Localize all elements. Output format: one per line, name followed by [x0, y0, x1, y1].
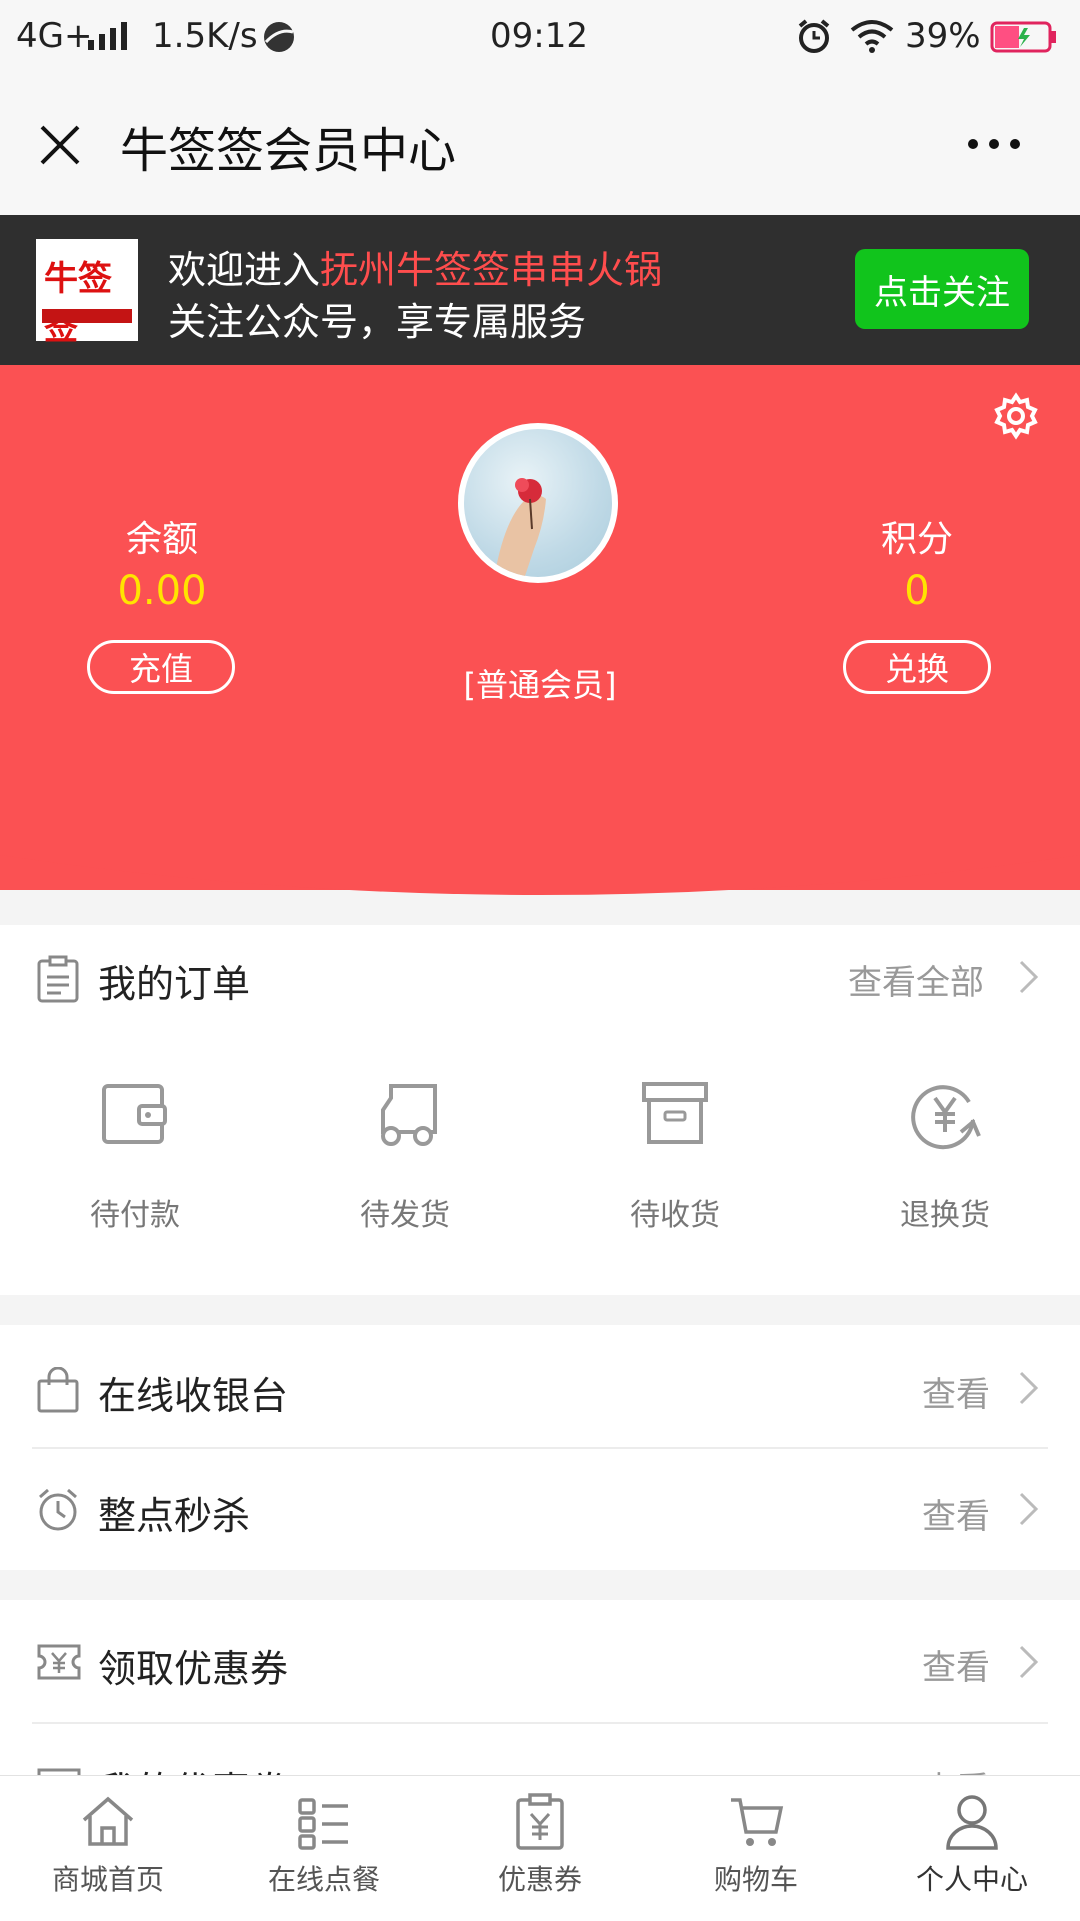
brand-logo: 牛签签: [36, 239, 138, 348]
returns[interactable]: 退换货: [845, 1080, 1045, 1240]
brand-name: 抚州牛签签串串火锅: [320, 248, 663, 292]
chevron-right-icon: [1018, 959, 1040, 995]
my-coupon-row[interactable]: 我的优惠券 查看: [0, 1724, 1080, 1775]
pending-receipt-label: 待收货: [630, 1198, 720, 1233]
box-icon: [641, 1080, 709, 1148]
battery-level: 39%: [905, 16, 981, 56]
cart-icon: [728, 1794, 784, 1850]
refund-icon: [911, 1080, 981, 1150]
close-icon[interactable]: [38, 123, 82, 167]
menu-list-icon: [296, 1794, 352, 1850]
nav-profile[interactable]: 个人中心: [864, 1776, 1080, 1921]
orders-title: 我的订单: [98, 962, 251, 1006]
pending-payment[interactable]: 待付款: [35, 1080, 235, 1240]
pending-shipment-label: 待发货: [360, 1198, 450, 1233]
shopping-bag-icon: [36, 1367, 80, 1413]
balance-label: 余额: [125, 519, 198, 560]
network-speed: 1.5K/s: [152, 16, 258, 56]
title-bar: 牛签签会员中心: [0, 75, 1080, 215]
orders-card: 我的订单 查看全部 待付款 待发货 待收货 退换货: [0, 925, 1080, 1295]
coupon-card: 领取优惠券 查看 我的优惠券 查看: [0, 1600, 1080, 1775]
chevron-right-icon: [1018, 1644, 1040, 1680]
follow-button[interactable]: 点击关注: [855, 249, 1029, 329]
nav-home[interactable]: 商城首页: [0, 1776, 216, 1921]
flash-sale-title: 整点秒杀: [98, 1494, 251, 1538]
pending-receipt[interactable]: 待收货: [575, 1080, 775, 1240]
more-icon[interactable]: [966, 137, 1022, 151]
my-coupon-view: 查看: [922, 1762, 990, 1775]
user-icon: [944, 1792, 1000, 1850]
exchange-button[interactable]: 兑换: [843, 640, 991, 694]
alarm-icon: [796, 18, 832, 54]
get-coupon-title: 领取优惠券: [98, 1647, 289, 1691]
logo-text: 牛签签: [44, 259, 112, 348]
returns-label: 退换货: [900, 1198, 990, 1233]
bottom-nav: 商城首页 在线点餐 优惠券 购物车 个人中心: [0, 1775, 1080, 1921]
settings-icon[interactable]: [992, 392, 1040, 440]
hero-curve: [0, 845, 1080, 895]
pending-shipment[interactable]: 待发货: [305, 1080, 505, 1240]
member-level: [普通会员]: [463, 666, 617, 704]
nav-cart[interactable]: 购物车: [648, 1776, 864, 1921]
truck-icon: [369, 1080, 441, 1148]
battery-icon: [990, 20, 1060, 54]
page-title: 牛签签会员中心: [120, 123, 457, 179]
status-bar: 4G+ 1.5K/s 09:12 39%: [0, 0, 1080, 75]
follow-subtitle: 关注公众号，享专属服务: [168, 300, 587, 344]
orders-header[interactable]: 我的订单 查看全部: [0, 925, 1080, 1025]
voucher-icon: [514, 1792, 566, 1850]
points-value: 0: [904, 568, 930, 614]
home-icon: [80, 1794, 136, 1850]
welcome-prefix: 欢迎进入: [168, 248, 321, 292]
points-label: 积分: [880, 519, 953, 560]
nav-profile-label: 个人中心: [915, 1863, 1028, 1896]
nav-voucher-label: 优惠券: [497, 1863, 582, 1896]
wifi-icon: [850, 18, 894, 54]
service-card: 在线收银台 查看 整点秒杀 查看: [0, 1325, 1080, 1570]
chevron-right-icon: [1018, 1370, 1040, 1406]
flash-sale-row[interactable]: 整点秒杀 查看: [0, 1449, 1080, 1570]
cashier-row[interactable]: 在线收银台 查看: [0, 1325, 1080, 1447]
my-coupon-icon: [36, 1766, 82, 1775]
get-coupon-view: 查看: [922, 1648, 990, 1688]
wallet-icon: [101, 1080, 169, 1148]
follow-banner: 牛签签 欢迎进入抚州牛签签串串火锅 关注公众号，享专属服务 点击关注: [0, 215, 1080, 365]
order-list-icon: [36, 955, 80, 1003]
my-coupon-title: 我的优惠券: [98, 1760, 288, 1775]
balance-value: 0.00: [117, 568, 207, 614]
avatar-image: [494, 478, 546, 577]
recharge-button[interactable]: 充值: [87, 640, 235, 694]
browser-icon: [262, 20, 296, 54]
nav-order-label: 在线点餐: [267, 1863, 380, 1896]
clock-time: 09:12: [490, 16, 588, 56]
logo-strip: [42, 309, 132, 323]
nav-voucher[interactable]: 优惠券: [432, 1776, 648, 1921]
chevron-right-icon: [1018, 1491, 1040, 1527]
cashier-title: 在线收银台: [98, 1374, 289, 1418]
avatar[interactable]: [458, 423, 618, 583]
alarm-clock-icon: [36, 1487, 80, 1533]
nav-cart-label: 购物车: [713, 1863, 798, 1896]
get-coupon-row[interactable]: 领取优惠券 查看: [0, 1600, 1080, 1722]
signal-icon: [86, 20, 130, 52]
cashier-view: 查看: [922, 1375, 990, 1415]
network-type: 4G+: [16, 16, 93, 56]
coupon-icon: [36, 1642, 82, 1682]
nav-home-label: 商城首页: [51, 1863, 164, 1896]
welcome-text: 欢迎进入抚州牛签签串串火锅: [168, 239, 662, 294]
pending-payment-label: 待付款: [90, 1198, 180, 1233]
nav-order[interactable]: 在线点餐: [216, 1776, 432, 1921]
flash-sale-view: 查看: [922, 1497, 990, 1537]
view-all-link: 查看全部: [848, 963, 984, 1003]
